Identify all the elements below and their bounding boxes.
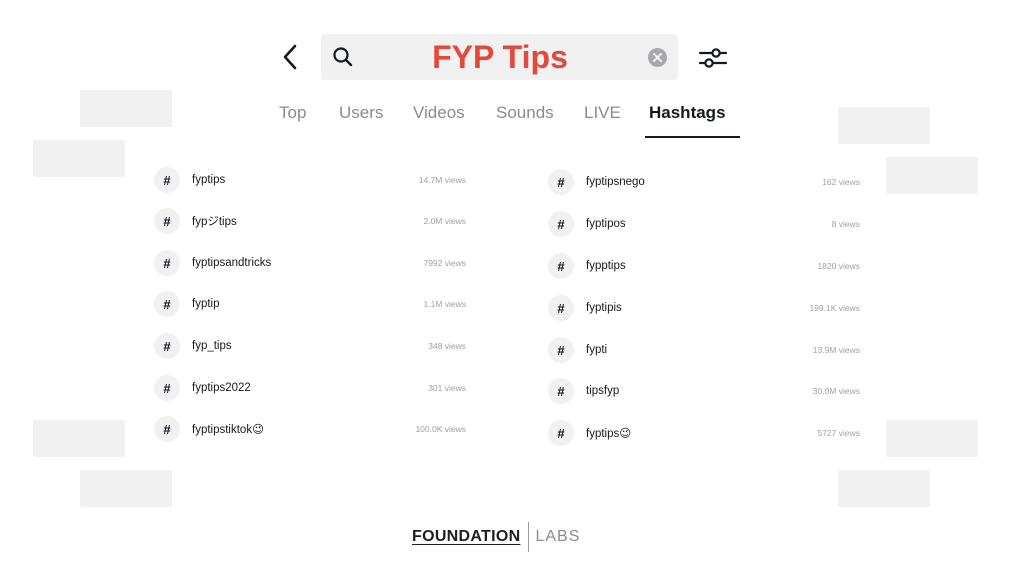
hashtag-icon: # bbox=[154, 375, 180, 401]
hashtag-icon: # bbox=[548, 253, 574, 279]
redacted-box bbox=[80, 470, 172, 507]
hashtag-row[interactable]: # fyptipsandtricks 7992 views bbox=[154, 249, 466, 277]
hashtag-icon: # bbox=[548, 337, 574, 363]
hashtag-name: fypジtips bbox=[192, 216, 237, 228]
foundation-labs-logo: FOUNDATION LABS bbox=[412, 520, 580, 554]
hashtag-views: 162 views bbox=[822, 177, 860, 187]
hashtag-views: 1820 views bbox=[817, 261, 860, 271]
hashtag-row[interactable]: # fyptipis 199.1K views bbox=[548, 294, 860, 322]
hashtag-icon: # bbox=[548, 211, 574, 237]
filter-sliders-icon[interactable] bbox=[698, 44, 728, 72]
hashtag-icon: # bbox=[154, 250, 180, 276]
hashtag-row[interactable]: # fyp_tips 348 views bbox=[154, 332, 466, 360]
search-bar[interactable] bbox=[321, 34, 678, 80]
redacted-box bbox=[80, 90, 172, 127]
hashtag-name: fyptipsnego bbox=[586, 176, 645, 188]
hashtag-views: 100.0K views bbox=[415, 424, 466, 434]
hashtag-name: fyptipis bbox=[586, 302, 622, 314]
hashtag-row[interactable]: # fyptipsnego 162 views bbox=[548, 168, 860, 196]
hashtag-icon: # bbox=[154, 333, 180, 359]
hashtag-icon: # bbox=[548, 295, 574, 321]
hashtag-name: tipsfyp bbox=[586, 385, 620, 397]
hashtag-views: 7992 views bbox=[423, 258, 466, 268]
hashtag-icon: # bbox=[154, 416, 180, 442]
hashtag-row[interactable]: # fypジtips 2.0M views bbox=[154, 207, 466, 235]
redacted-box bbox=[886, 420, 978, 457]
hashtag-row[interactable]: # fyptips 14.7M views bbox=[154, 166, 466, 194]
hashtag-views: 13.9M views bbox=[812, 345, 860, 355]
search-icon bbox=[331, 45, 355, 69]
hashtag-views: 301 views bbox=[428, 383, 466, 393]
redacted-box bbox=[33, 420, 125, 457]
hashtag-list-left: # fyptips 14.7M views # fypジtips 2.0M vi… bbox=[154, 166, 466, 456]
hashtag-name: fyptipos bbox=[586, 218, 626, 230]
hashtag-views: 2.0M views bbox=[423, 216, 466, 226]
tab-videos[interactable]: Videos bbox=[413, 100, 465, 138]
logo-sub: LABS bbox=[535, 528, 581, 545]
hashtag-row[interactable]: # tipsfyp 30.0M views bbox=[548, 377, 860, 405]
redacted-box bbox=[838, 470, 930, 507]
hashtag-views: 348 views bbox=[428, 341, 466, 351]
hashtag-row[interactable]: # fyptip 1.1M views bbox=[154, 290, 466, 318]
redacted-box bbox=[838, 107, 930, 144]
hashtag-row[interactable]: # fyptipos 8 views bbox=[548, 210, 860, 238]
back-arrow-icon[interactable] bbox=[276, 40, 304, 74]
hashtag-name: fypti bbox=[586, 344, 608, 356]
tab-top[interactable]: Top bbox=[279, 100, 306, 138]
logo-brand: FOUNDATION bbox=[412, 528, 521, 545]
hashtag-row[interactable]: # fyptips2022 301 views bbox=[154, 374, 466, 402]
hashtag-views: 30.0M views bbox=[812, 386, 860, 396]
hashtag-views: 1.1M views bbox=[423, 299, 466, 309]
hashtag-name: fyptipsandtricks bbox=[192, 257, 272, 269]
hashtag-icon: # bbox=[154, 167, 180, 193]
redacted-box bbox=[33, 140, 125, 177]
hashtag-icon: # bbox=[154, 291, 180, 317]
hashtag-list-right: # fyptipsnego 162 views # fyptipos 8 vie… bbox=[548, 168, 860, 458]
hashtag-views: 14.7M views bbox=[418, 175, 466, 185]
hashtag-name: fyp_tips bbox=[192, 340, 232, 352]
tab-users[interactable]: Users bbox=[339, 100, 383, 138]
hashtag-row[interactable]: # fypptips 1820 views bbox=[548, 252, 860, 280]
hashtag-views: 5727 views bbox=[817, 428, 860, 438]
hashtag-row[interactable]: # fyptipstiktok😉 100.0K views bbox=[154, 415, 466, 443]
hashtag-icon: # bbox=[548, 378, 574, 404]
hashtag-views: 199.1K views bbox=[809, 303, 860, 313]
hashtag-views: 8 views bbox=[831, 219, 860, 229]
hashtag-name: fyptips2022 bbox=[192, 382, 251, 394]
hashtag-name: fyptips bbox=[192, 174, 226, 186]
search-input[interactable] bbox=[365, 38, 635, 76]
hashtag-icon: # bbox=[154, 208, 180, 234]
hashtag-name: fypptips bbox=[586, 260, 626, 272]
redacted-box bbox=[886, 157, 978, 194]
logo-divider bbox=[528, 522, 530, 552]
hashtag-name: fyptips😉 bbox=[586, 428, 632, 440]
tab-sounds[interactable]: Sounds bbox=[496, 100, 554, 138]
hashtag-row[interactable]: # fypti 13.9M views bbox=[548, 336, 860, 364]
tab-hashtags[interactable]: Hashtags bbox=[645, 100, 739, 138]
hashtag-row[interactable]: # fyptips😉 5727 views bbox=[548, 419, 860, 447]
hashtag-icon: # bbox=[548, 420, 574, 446]
hashtag-icon: # bbox=[548, 169, 574, 195]
hashtag-name: fyptip bbox=[192, 298, 220, 310]
tab-live[interactable]: LIVE bbox=[584, 100, 621, 138]
clear-icon[interactable] bbox=[648, 48, 667, 67]
hashtag-name: fyptipstiktok😉 bbox=[192, 424, 265, 436]
